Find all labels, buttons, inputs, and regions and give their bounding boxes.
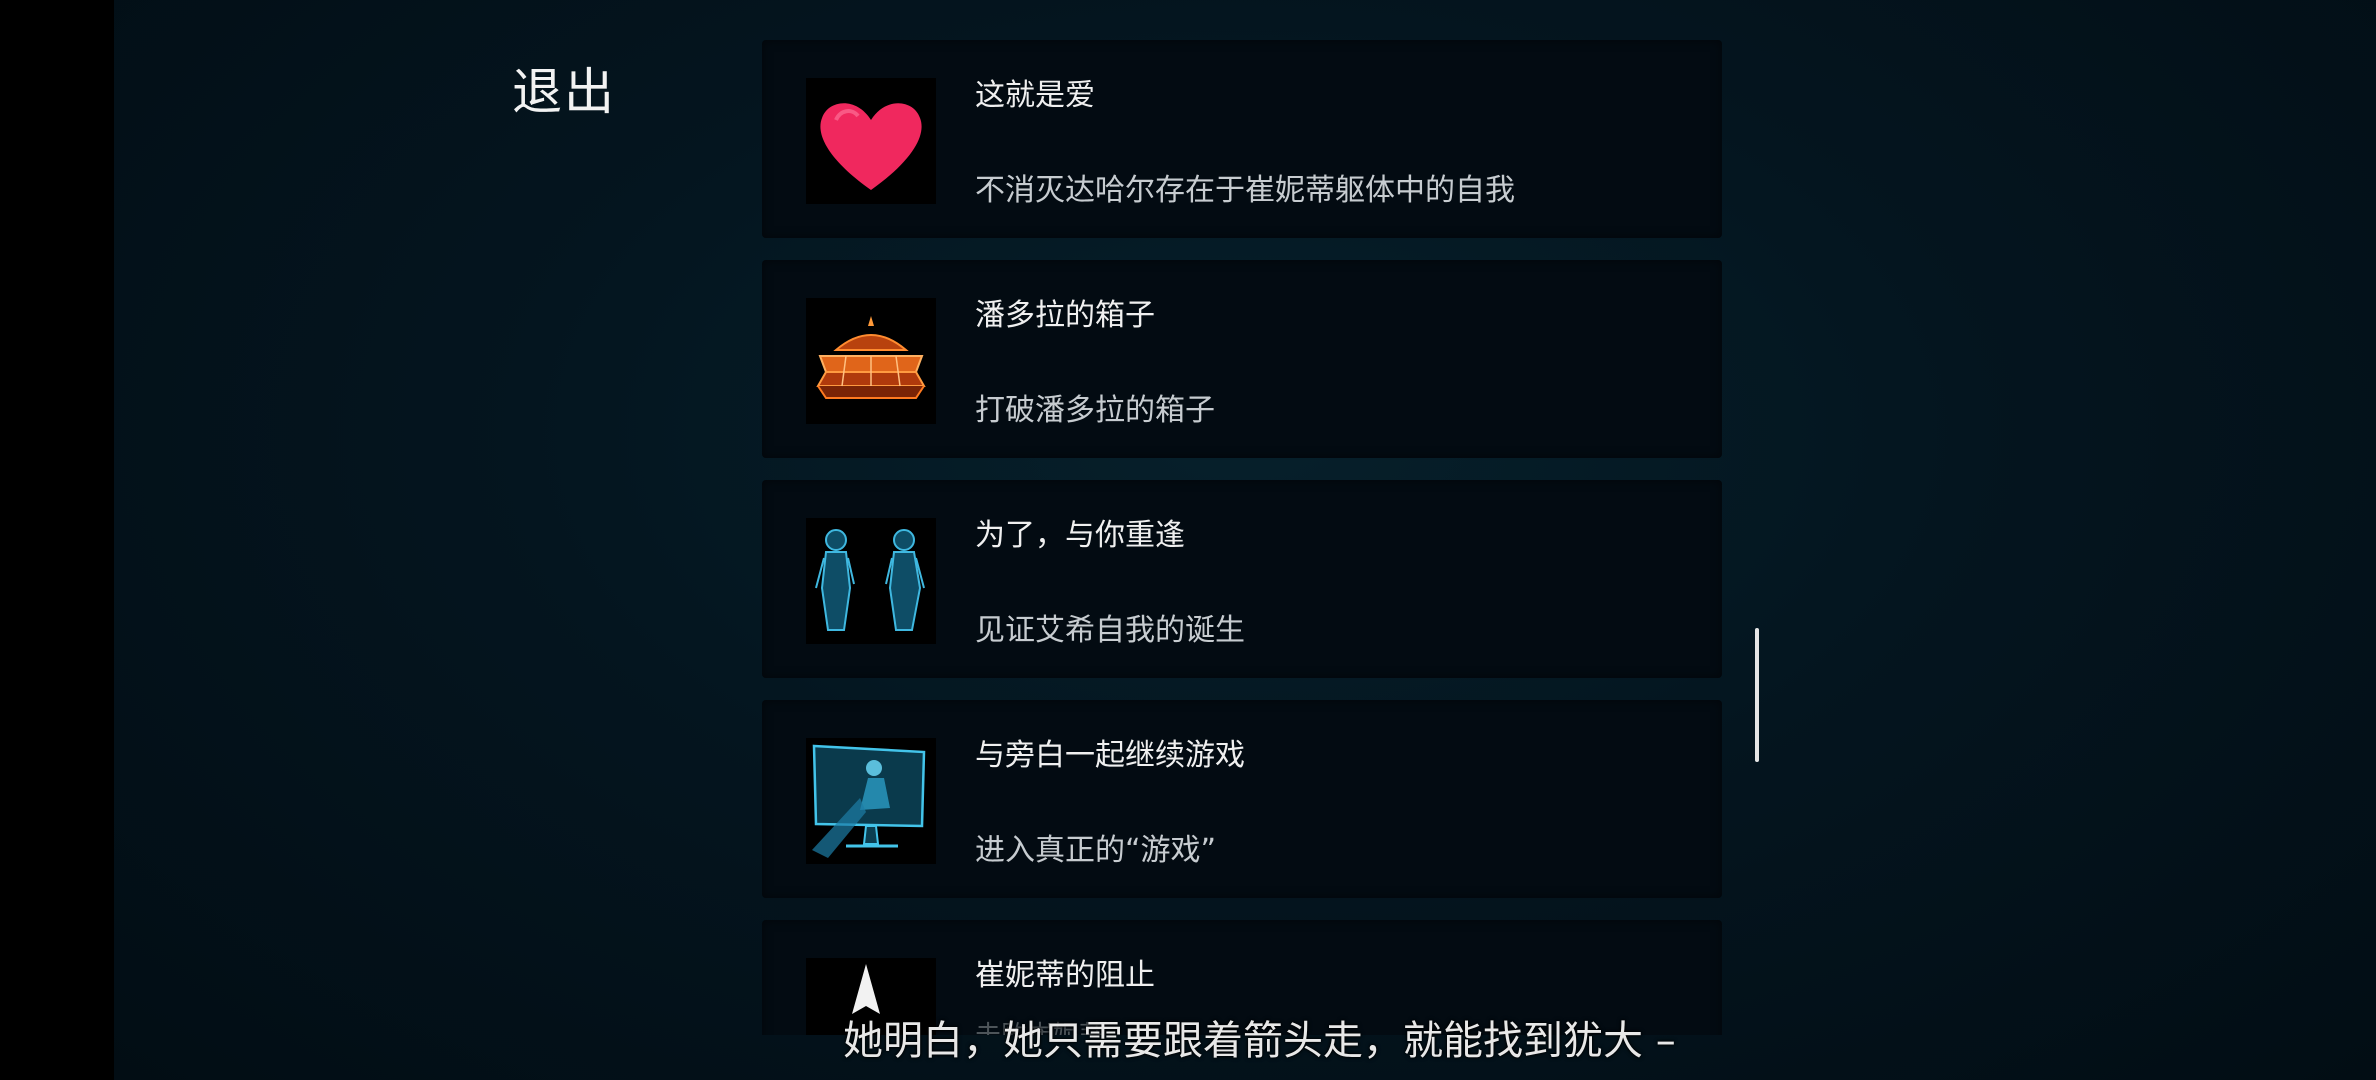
achievement-card: 与旁白一起继续游戏 进入真正的“游戏” [762,700,1722,898]
achievement-card: 为了，与你重逢 见证艾希自我的诞生 [762,480,1722,678]
achievement-title: 潘多拉的箱子 [975,298,1155,333]
achievement-title: 与旁白一起继续游戏 [975,738,1245,773]
achievement-title: 为了，与你重逢 [975,518,1185,553]
exit-button[interactable]: 退出 [512,52,616,124]
achievement-card: 潘多拉的箱子 打破潘多拉的箱子 [762,260,1722,458]
dialogue-subtitle: 她明白，她只需要跟着箭头走，就能找到犹大 – [843,1018,1676,1064]
twin-figures-icon [806,518,936,644]
achievement-title: 崔妮蒂的阻止 [975,958,1155,993]
achievement-description: 打破潘多拉的箱子 [975,393,1215,428]
left-black-bar [0,0,114,1080]
achievement-description: 不消灭达哈尔存在于崔妮蒂躯体中的自我 [975,173,1515,208]
achievement-description: 进入真正的“游戏” [975,833,1217,868]
heart-icon [806,78,936,204]
achievement-title: 这就是爱 [975,78,1095,113]
achievement-card: 这就是爱 不消灭达哈尔存在于崔妮蒂躯体中的自我 [762,40,1722,238]
pandora-box-icon [806,298,936,424]
achievement-list[interactable]: 这就是爱 不消灭达哈尔存在于崔妮蒂躯体中的自我 潘多拉的箱子 打破潘多拉的箱子 [762,40,1722,1035]
scrollbar[interactable] [1755,628,1759,762]
monitor-figure-icon [806,738,936,864]
achievement-description: 见证艾希自我的诞生 [975,613,1245,648]
